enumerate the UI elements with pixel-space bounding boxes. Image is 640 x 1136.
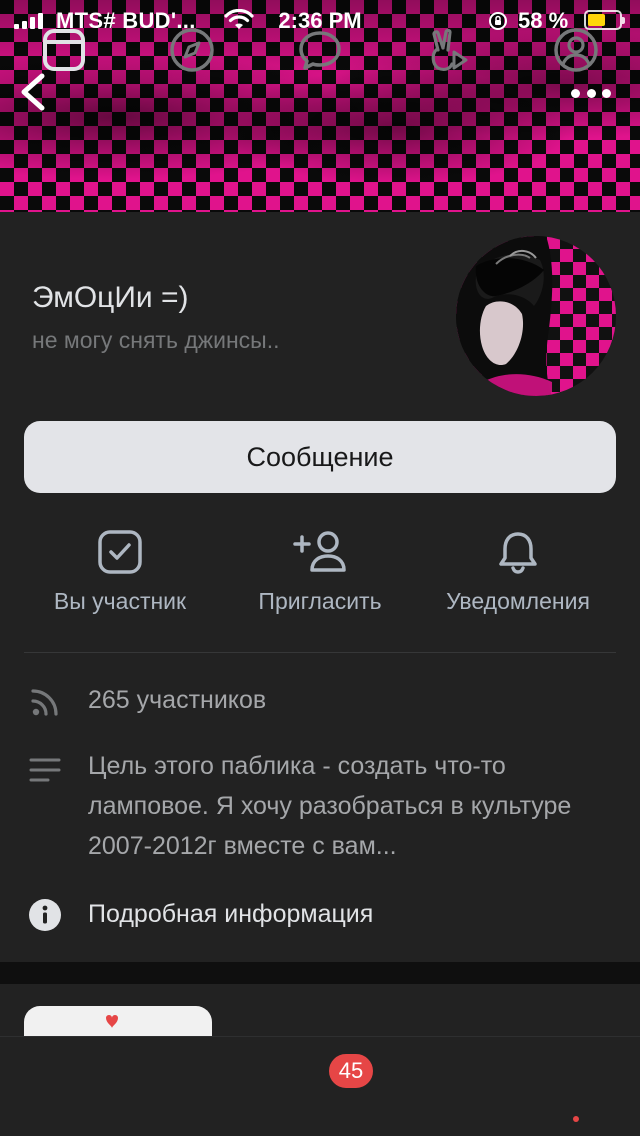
add-user-icon [293, 531, 346, 572]
back-button[interactable] [12, 68, 56, 116]
profile-notification-dot [573, 1116, 579, 1122]
battery-icon [584, 10, 625, 30]
notifications-button[interactable]: Уведомления [416, 528, 620, 628]
orientation-lock-icon [489, 12, 507, 30]
info-icon [29, 899, 61, 931]
message-button[interactable]: Сообщение [24, 421, 616, 493]
messages-badge: 45 [326, 1051, 376, 1091]
battery-percent: 58 % [518, 8, 569, 33]
group-actions: Вы участник Пригласить Уведомления [0, 528, 640, 628]
text-lines-icon [29, 758, 61, 782]
group-avatar[interactable] [456, 236, 616, 396]
invite-label: Пригласить [258, 588, 382, 614]
divider [24, 652, 616, 653]
details-row[interactable]: Подробная информация [0, 894, 640, 938]
more-horizontal-icon [571, 88, 580, 98]
checkbox-checked-icon [98, 530, 142, 574]
notifications-label: Уведомления [446, 588, 590, 614]
status-bar: MTS# BUD'... 2:36 PM 58 % [0, 0, 640, 40]
members-row[interactable]: 265 участников [0, 680, 640, 724]
invite-button[interactable]: Пригласить [220, 528, 420, 628]
more-options-button[interactable] [566, 76, 616, 110]
section-separator [0, 962, 640, 984]
member-status-label: Вы участник [53, 588, 187, 614]
rss-icon [31, 689, 58, 716]
group-name: ЭмОцИи =) [32, 281, 189, 314]
details-link: Подробная информация [88, 900, 374, 928]
bell-icon [499, 532, 537, 574]
group-description: Цель этого паблика - создать что-то ламп… [88, 752, 572, 860]
description-row[interactable]: Цель этого паблика - создать что-то ламп… [0, 746, 640, 866]
members-count: 265 участников [88, 686, 267, 714]
bottom-tab-bar [0, 1036, 640, 1136]
avatar-emo-portrait [456, 236, 553, 396]
group-status: не могу снять джинсы.. [32, 327, 280, 353]
battery-level [588, 14, 605, 26]
member-status-button[interactable]: Вы участник [20, 528, 220, 628]
